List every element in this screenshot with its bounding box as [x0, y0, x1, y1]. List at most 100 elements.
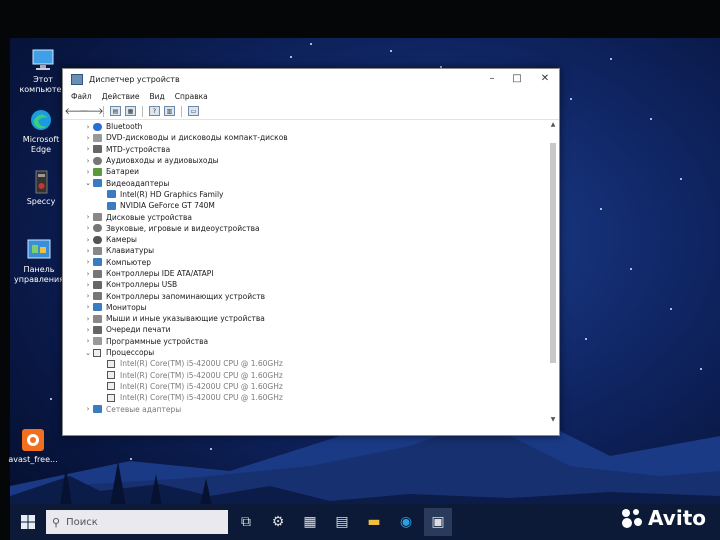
- scroll-up-icon[interactable]: ▲: [549, 121, 557, 128]
- maximize-button[interactable]: □: [511, 73, 523, 85]
- chevron-right-icon[interactable]: ›: [83, 303, 93, 311]
- chevron-right-icon[interactable]: ›: [83, 258, 93, 266]
- tree-node-keyboards[interactable]: › Клавиатуры: [83, 245, 547, 256]
- chevron-right-icon[interactable]: ›: [83, 236, 93, 244]
- tree-node-computer[interactable]: › Компьютер: [83, 257, 547, 268]
- usb-icon: [93, 280, 102, 289]
- chevron-right-icon[interactable]: ›: [83, 315, 93, 323]
- menu-view[interactable]: Вид: [149, 92, 164, 101]
- edge-taskbar-icon[interactable]: ◉: [392, 508, 420, 536]
- device-manager-window: Диспетчер устройств – □ ✕ Файл Действие …: [62, 68, 560, 436]
- tree-node-label: MTD-устройства: [106, 144, 171, 154]
- close-button[interactable]: ✕: [539, 73, 551, 85]
- tree-node-label: Дисковые устройства: [106, 212, 192, 222]
- window-title: Диспетчер устройств: [89, 74, 180, 84]
- tree-leaf-cpu[interactable]: Intel(R) Core(TM) i5-4200U CPU @ 1.60GHz: [83, 358, 547, 369]
- store-icon[interactable]: ▦: [296, 508, 324, 536]
- toolbar: 🡐 🡒 ▤ ▦ ? ▥ ▭: [63, 103, 559, 120]
- chevron-right-icon[interactable]: ›: [83, 337, 93, 345]
- desktop-icon-control-panel[interactable]: Панель управления: [12, 238, 66, 285]
- help-icon[interactable]: ?: [149, 106, 160, 116]
- monitor-scan-icon[interactable]: ▭: [188, 106, 199, 116]
- taskbar-search[interactable]: ⚲ Поиск: [46, 510, 228, 534]
- scrollbar-thumb[interactable]: [550, 143, 556, 363]
- start-button[interactable]: [10, 504, 46, 540]
- tree-node-ide[interactable]: › Контроллеры IDE ATA/ATAPI: [83, 268, 547, 279]
- tree-node-usb[interactable]: › Контроллеры USB: [83, 279, 547, 290]
- task-view-icon[interactable]: ⧉: [232, 508, 260, 536]
- tree-node-label: Камеры: [106, 235, 137, 245]
- tree-node-dvd[interactable]: › DVD-дисководы и дисководы компакт-диско…: [83, 132, 547, 143]
- processor-icon: [93, 348, 101, 357]
- tree-leaf-cpu[interactable]: Intel(R) Core(TM) i5-4200U CPU @ 1.60GHz: [83, 370, 547, 381]
- menu-action[interactable]: Действие: [102, 92, 140, 101]
- chevron-right-icon[interactable]: ›: [83, 224, 93, 232]
- tree-node-mtd[interactable]: › MTD-устройства: [83, 144, 547, 155]
- tree-leaf-cpu[interactable]: Intel(R) Core(TM) i5-4200U CPU @ 1.60GHz: [83, 392, 547, 403]
- tree-node-network-adapters[interactable]: › Сетевые адаптеры: [83, 403, 547, 414]
- chevron-right-icon[interactable]: ›: [83, 123, 93, 131]
- toolbar-divider: [142, 105, 143, 117]
- printer-app-icon[interactable]: ▤: [328, 508, 356, 536]
- chevron-right-icon[interactable]: ›: [83, 405, 93, 413]
- chevron-down-icon[interactable]: ⌄: [83, 179, 93, 187]
- chevron-right-icon[interactable]: ›: [83, 247, 93, 255]
- vertical-scrollbar[interactable]: ▲ ▼: [549, 121, 557, 423]
- tree-leaf-cpu[interactable]: Intel(R) Core(TM) i5-4200U CPU @ 1.60GHz: [83, 381, 547, 392]
- tree-node-label: Звуковые, игровые и видеоустройства: [106, 223, 260, 233]
- speaker-icon: [93, 156, 102, 165]
- chevron-right-icon[interactable]: ›: [83, 281, 93, 289]
- desktop-icon-edge[interactable]: Microsoft Edge: [14, 108, 68, 155]
- chevron-right-icon[interactable]: ›: [83, 134, 93, 142]
- title-bar[interactable]: Диспетчер устройств – □ ✕: [63, 69, 559, 89]
- chevron-right-icon[interactable]: ›: [83, 326, 93, 334]
- tree-node-mice[interactable]: › Мыши и иные указывающие устройства: [83, 313, 547, 324]
- tree-leaf-label: Intel(R) HD Graphics Family: [120, 189, 224, 199]
- tree-node-label: Контроллеры запоминающих устройств: [106, 291, 266, 301]
- tree-node-label: Видеоадаптеры: [106, 178, 170, 188]
- file-explorer-icon[interactable]: ▬: [360, 508, 388, 536]
- desktop-icon-avast[interactable]: avast_free...: [6, 428, 60, 465]
- tree-node-batteries[interactable]: › Батареи: [83, 166, 547, 177]
- desktop-icon-speccy[interactable]: Speccy: [14, 170, 68, 207]
- tree-node-cameras[interactable]: › Камеры: [83, 234, 547, 245]
- tree-node-display-adapters[interactable]: ⌄ Видеоадаптеры: [83, 177, 547, 188]
- chevron-right-icon[interactable]: ›: [83, 145, 93, 153]
- chevron-right-icon[interactable]: ›: [83, 157, 93, 165]
- tree-node-storage-controllers[interactable]: › Контроллеры запоминающих устройств: [83, 290, 547, 301]
- mouse-icon: [93, 314, 102, 323]
- tree-node-label: Контроллеры IDE ATA/ATAPI: [106, 269, 214, 278]
- tree-leaf-nvidia[interactable]: NVIDIA GeForce GT 740M: [83, 200, 547, 211]
- tree-leaf-intel-hd[interactable]: Intel(R) HD Graphics Family: [83, 189, 547, 200]
- network-adapter-icon: [93, 405, 102, 414]
- forward-arrow-icon[interactable]: 🡒: [79, 106, 103, 117]
- scroll-down-icon[interactable]: ▼: [549, 416, 557, 423]
- tree-node-label: Программные устройства: [106, 336, 209, 346]
- view-icon[interactable]: ▥: [164, 106, 175, 116]
- settings-gear-icon[interactable]: ⚙: [264, 508, 292, 536]
- monitor-icon: [93, 303, 102, 312]
- tree-node-print-queues[interactable]: › Очереди печати: [83, 324, 547, 335]
- tree-node-sound[interactable]: › Звуковые, игровые и видеоустройства: [83, 223, 547, 234]
- chevron-down-icon[interactable]: ⌄: [83, 349, 93, 357]
- tree-node-disk-drives[interactable]: › Дисковые устройства: [83, 211, 547, 222]
- chevron-right-icon[interactable]: ›: [83, 168, 93, 176]
- console-tree-icon[interactable]: ▦: [125, 106, 136, 116]
- tree-node-audio-io[interactable]: › Аудиовходы и аудиовыходы: [83, 155, 547, 166]
- device-tree: › Bluetooth › DVD-дисководы и дисководы ко…: [63, 121, 547, 423]
- minimize-button[interactable]: –: [486, 73, 498, 85]
- tree-node-label: DVD-дисководы и дисководы компакт-дисков: [106, 133, 288, 143]
- chevron-right-icon[interactable]: ›: [83, 213, 93, 221]
- tree-node-processors[interactable]: ⌄ Процессоры: [83, 347, 547, 358]
- menu-help[interactable]: Справка: [175, 92, 208, 101]
- processor-icon: [107, 382, 115, 391]
- menu-file[interactable]: Файл: [71, 92, 92, 101]
- tree-node-monitors[interactable]: › Мониторы: [83, 302, 547, 313]
- properties-icon[interactable]: ▤: [110, 106, 121, 116]
- tree-node-bluetooth[interactable]: › Bluetooth: [83, 121, 547, 132]
- tree-node-software-devices[interactable]: › Программные устройства: [83, 336, 547, 347]
- chevron-right-icon[interactable]: ›: [83, 292, 93, 300]
- tree-node-label: Мониторы: [106, 302, 147, 312]
- chevron-right-icon[interactable]: ›: [83, 270, 93, 278]
- device-manager-taskbar-icon[interactable]: ▣: [424, 508, 452, 536]
